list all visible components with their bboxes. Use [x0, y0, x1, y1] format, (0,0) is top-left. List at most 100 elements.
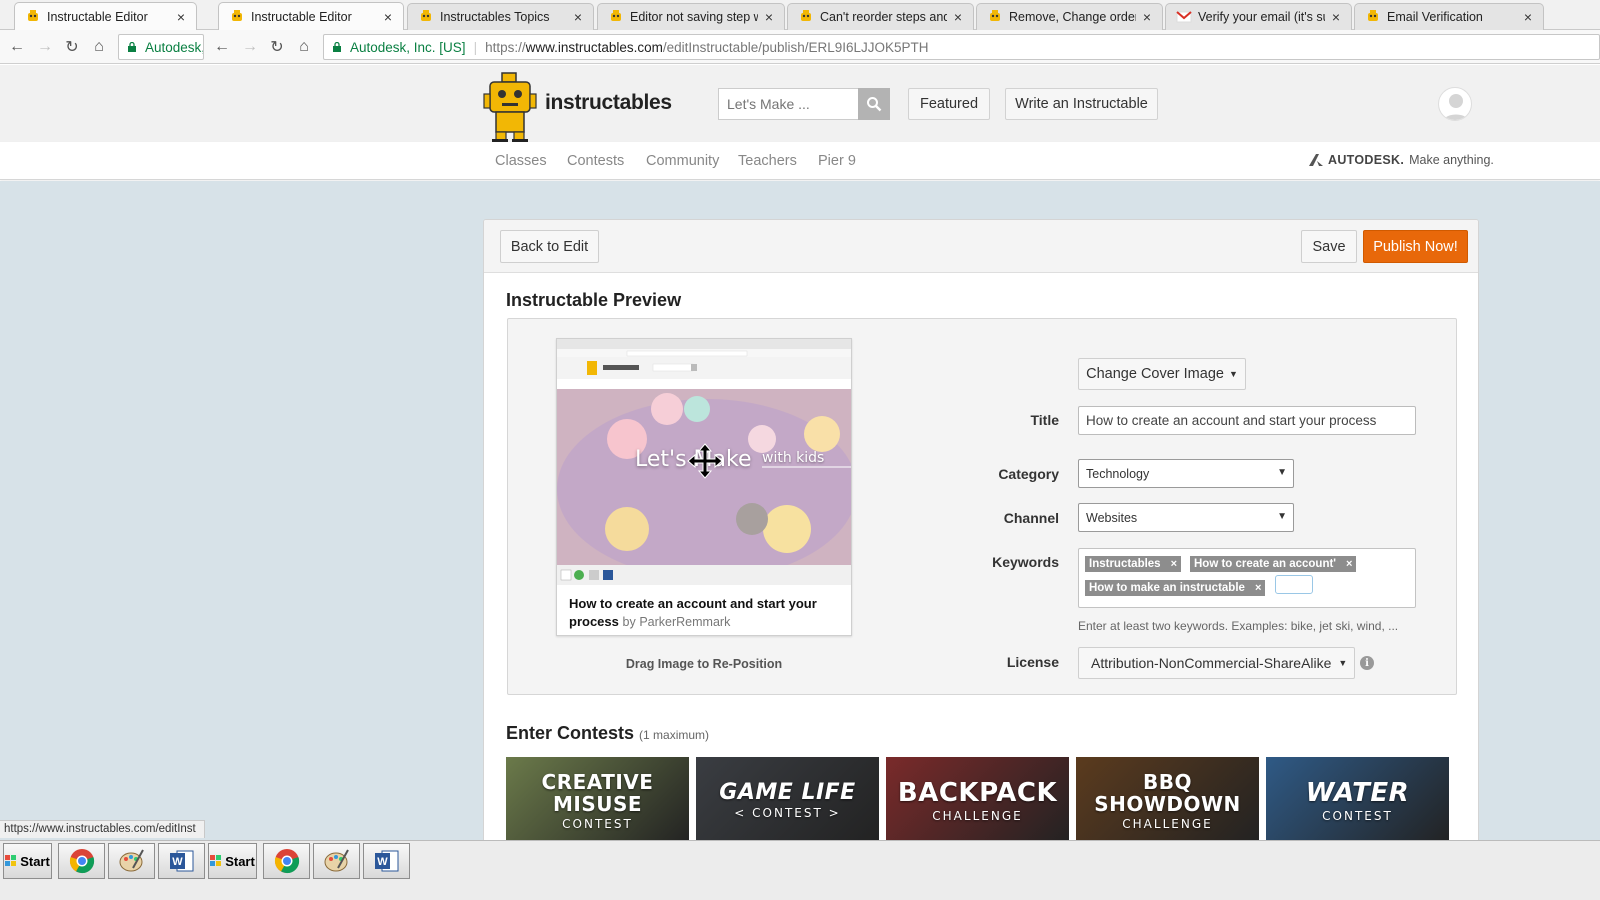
- forward-arrow-icon[interactable]: →: [239, 36, 261, 58]
- publish-now-button[interactable]: Publish Now!: [1363, 230, 1468, 263]
- back-arrow-icon[interactable]: ←: [6, 36, 28, 58]
- save-button[interactable]: Save: [1301, 230, 1357, 263]
- featured-button[interactable]: Featured: [908, 88, 990, 120]
- preview-card: Let's Make with kids How to create an ac…: [556, 338, 852, 636]
- keyword-text: How to create an account': [1194, 558, 1337, 570]
- close-icon[interactable]: ×: [381, 9, 395, 25]
- reload-icon[interactable]: ↻: [61, 36, 83, 58]
- browser-tab[interactable]: Can't reorder steps and p ×: [787, 3, 974, 30]
- contests-note: (1 maximum): [639, 728, 710, 742]
- close-icon[interactable]: ×: [951, 9, 965, 25]
- license-dropdown[interactable]: Attribution-NonCommercial-ShareAlike ▼: [1078, 647, 1355, 679]
- forward-arrow-icon[interactable]: →: [34, 36, 56, 58]
- channel-label: Channel: [1003, 510, 1059, 526]
- close-icon[interactable]: ×: [1140, 9, 1154, 25]
- close-icon[interactable]: ×: [174, 9, 188, 25]
- channel-value: Websites: [1086, 510, 1138, 525]
- autodesk-branding[interactable]: AUTODESK. Make anything.: [1308, 153, 1494, 167]
- caret-down-icon: ▼: [1338, 658, 1348, 668]
- back-arrow-icon[interactable]: ←: [211, 36, 233, 58]
- word-icon: W: [374, 850, 398, 872]
- keyword-tag: How to create an account' ×: [1190, 556, 1357, 572]
- browser-tab[interactable]: Remove, Change order of ×: [976, 3, 1163, 30]
- gmail-icon: [1176, 11, 1192, 23]
- category-select[interactable]: Technology ▼: [1078, 459, 1294, 488]
- nav-pier9[interactable]: Pier 9: [818, 153, 856, 169]
- chrome-taskbar-button[interactable]: [58, 843, 105, 879]
- autodesk-logo-icon: [1309, 154, 1323, 166]
- browser-tab[interactable]: Editor not saving step wh ×: [597, 3, 785, 30]
- paint-icon: [324, 849, 349, 872]
- nav-community[interactable]: Community: [646, 153, 719, 169]
- secure-org-label: Autodesk, Inc. [US]: [350, 39, 466, 55]
- browser-tab[interactable]: Instructables Topics ×: [407, 3, 594, 30]
- keywords-input[interactable]: Instructables × How to create an account…: [1078, 548, 1416, 608]
- tab-title: Instructable Editor: [251, 10, 352, 24]
- instructables-robot-icon: [990, 10, 1000, 21]
- word-taskbar-button[interactable]: W: [158, 843, 205, 879]
- keyword-entry[interactable]: [1275, 575, 1313, 594]
- instructables-robot-logo[interactable]: [480, 72, 540, 146]
- contests-heading: Enter Contests (1 maximum): [506, 723, 709, 744]
- windows-logo-icon: [5, 855, 17, 866]
- user-avatar[interactable]: [1438, 87, 1472, 121]
- browser-tab[interactable]: Instructable Editor ×: [14, 2, 197, 31]
- browser-tab-strip: Instructable Editor × Instructable Edito…: [0, 0, 1600, 31]
- home-icon[interactable]: ⌂: [293, 36, 315, 58]
- site-logo-text[interactable]: instructables: [545, 91, 672, 115]
- info-icon[interactable]: i: [1360, 656, 1374, 670]
- browser-toolbar: ← → ↻ ⌂ Autodesk, ← → ↻ ⌂ Autodesk, Inc.…: [0, 30, 1600, 64]
- search-input[interactable]: [718, 88, 859, 120]
- browser-tab[interactable]: Email Verification ×: [1354, 3, 1544, 30]
- home-icon[interactable]: ⌂: [88, 36, 110, 58]
- tab-title: Remove, Change order of: [1009, 10, 1136, 24]
- chrome-taskbar-button[interactable]: [263, 843, 310, 879]
- close-icon[interactable]: ×: [762, 9, 776, 25]
- start-label: Start: [225, 853, 255, 869]
- word-taskbar-button[interactable]: W: [363, 843, 410, 879]
- instructables-robot-icon: [28, 10, 38, 21]
- select-arrow-icon: ▼: [1277, 511, 1287, 522]
- contest-tile[interactable]: CREATIVE MISUSE CONTEST: [506, 757, 689, 843]
- close-icon[interactable]: ×: [1329, 9, 1343, 25]
- url-path: /editInstructable/publish/ERL9I6LJJOK5PT…: [662, 39, 929, 55]
- title-input[interactable]: How to create an account and start your …: [1078, 406, 1416, 435]
- cover-image[interactable]: Let's Make with kids: [557, 339, 851, 585]
- nav-classes[interactable]: Classes: [495, 153, 547, 169]
- reload-icon[interactable]: ↻: [266, 36, 288, 58]
- publish-panel: Back to Edit Save Publish Now! Instructa…: [483, 219, 1479, 844]
- tab-title: Can't reorder steps and p: [820, 10, 947, 24]
- channel-select[interactable]: Websites ▼: [1078, 503, 1294, 532]
- card-title: How to create an account and start your …: [569, 595, 839, 631]
- contest-tile[interactable]: WATER CONTEST: [1266, 757, 1449, 843]
- remove-keyword-icon[interactable]: ×: [1171, 558, 1177, 570]
- tab-title: Editor not saving step wh: [630, 10, 758, 24]
- start-button[interactable]: Start: [208, 843, 257, 879]
- contest-tile[interactable]: BACKPACK CHALLENGE: [886, 757, 1069, 843]
- search-button[interactable]: [858, 88, 890, 120]
- remove-keyword-icon[interactable]: ×: [1346, 558, 1352, 570]
- omnibox[interactable]: Autodesk, Inc. [US] | https:// www.instr…: [323, 34, 1600, 60]
- paint-taskbar-button[interactable]: [313, 843, 360, 879]
- write-instructable-button[interactable]: Write an Instructable: [1005, 88, 1158, 120]
- start-button[interactable]: Start: [3, 843, 52, 879]
- nav-contests[interactable]: Contests: [567, 153, 624, 169]
- move-cursor-icon: [687, 443, 723, 479]
- contest-tile[interactable]: BBQ SHOWDOWN CHALLENGE: [1076, 757, 1259, 843]
- close-icon[interactable]: ×: [1521, 9, 1535, 25]
- omnibox-divider: |: [473, 39, 478, 55]
- license-value: Attribution-NonCommercial-ShareAlike: [1091, 655, 1332, 671]
- change-cover-image-button[interactable]: Change Cover Image ▼: [1078, 358, 1246, 390]
- contest-title: WATER: [1305, 778, 1410, 808]
- browser-tab[interactable]: Verify your email (it's sup ×: [1165, 3, 1352, 30]
- browser-tab[interactable]: Instructable Editor ×: [218, 2, 404, 31]
- close-icon[interactable]: ×: [571, 9, 585, 25]
- paint-taskbar-button[interactable]: [108, 843, 155, 879]
- omnibox-left[interactable]: Autodesk,: [118, 34, 204, 60]
- category-value: Technology: [1086, 466, 1150, 481]
- license-label: License: [1006, 654, 1059, 670]
- back-to-edit-button[interactable]: Back to Edit: [500, 230, 599, 263]
- remove-keyword-icon[interactable]: ×: [1255, 582, 1261, 594]
- nav-teachers[interactable]: Teachers: [738, 153, 797, 169]
- contest-tile[interactable]: GAME LIFE < CONTEST >: [696, 757, 879, 843]
